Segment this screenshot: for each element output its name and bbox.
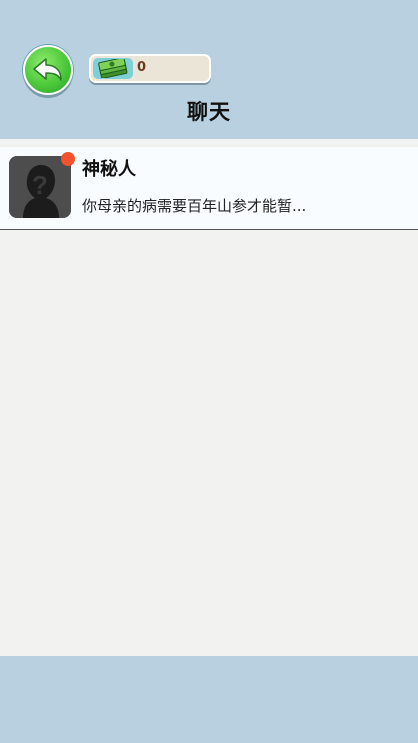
chat-preview: 你母亲的病需要百年山参才能暂... xyxy=(82,197,307,215)
back-arrow-icon xyxy=(33,58,62,81)
back-button[interactable] xyxy=(23,45,73,95)
chat-name: 神秘人 xyxy=(82,159,136,180)
unknown-person-icon: ? xyxy=(9,156,71,218)
money-icon-box xyxy=(93,58,133,79)
page-title: 聊天 xyxy=(187,100,231,124)
unread-badge xyxy=(61,152,75,166)
top-bar: 0 聊天 xyxy=(0,0,418,139)
money-counter: 0 xyxy=(89,54,211,83)
chat-list-item[interactable]: ? 神秘人 你母亲的病需要百年山参才能暂... xyxy=(0,147,418,230)
bottom-bar xyxy=(0,656,418,743)
cash-stack-icon xyxy=(98,59,128,78)
avatar: ? xyxy=(9,156,71,218)
money-value: 0 xyxy=(137,60,147,75)
chat-list: ? 神秘人 你母亲的病需要百年山参才能暂... xyxy=(0,147,418,230)
svg-text:?: ? xyxy=(32,170,48,200)
